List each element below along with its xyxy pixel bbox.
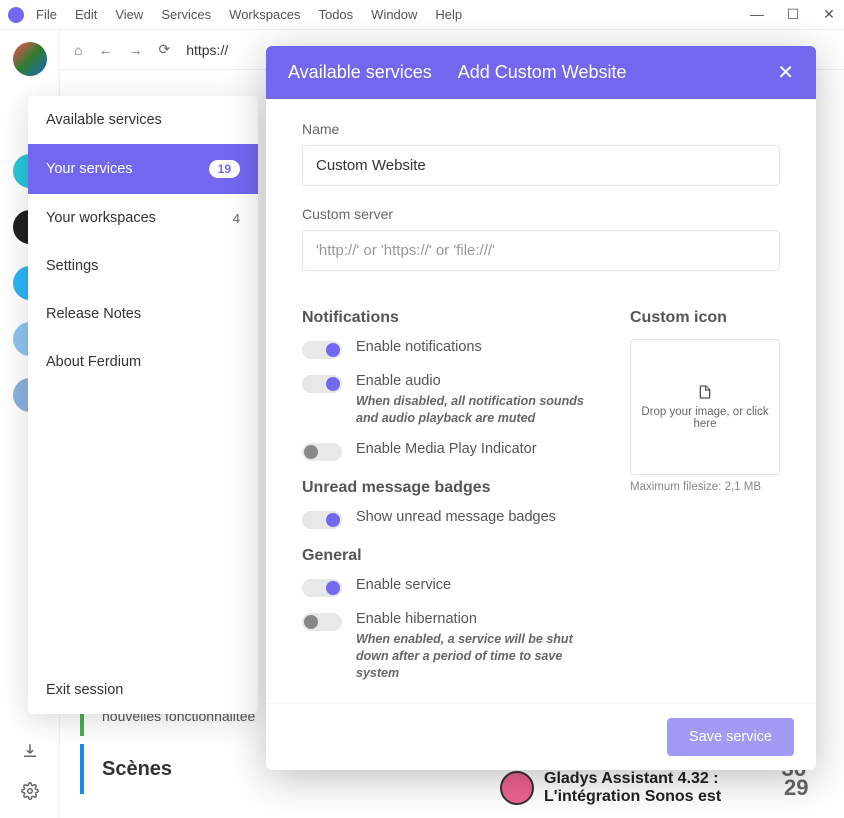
sidebar-item-about[interactable]: About Ferdium: [28, 338, 258, 386]
sidebar-label: Release Notes: [46, 306, 141, 322]
enable-service-label: Enable service: [356, 577, 451, 593]
home-icon[interactable]: ⌂: [74, 42, 82, 58]
maximize-icon[interactable]: ☐: [786, 6, 800, 23]
bg-right-title: Gladys Assistant 4.32 : L'intégration So…: [544, 770, 764, 806]
sidebar-label: Exit session: [46, 682, 123, 698]
menu-edit[interactable]: Edit: [75, 7, 97, 22]
save-service-button[interactable]: Save service: [667, 718, 794, 756]
enable-media-label: Enable Media Play Indicator: [356, 441, 537, 457]
forward-icon[interactable]: →: [128, 42, 142, 58]
service-icon-1[interactable]: [13, 42, 47, 76]
address-bar[interactable]: https://: [186, 42, 228, 58]
reload-icon[interactable]: ⟳: [158, 41, 170, 58]
menu-todos[interactable]: Todos: [318, 7, 353, 22]
sidebar-item-exit-session[interactable]: Exit session: [28, 666, 258, 714]
tab-available-services[interactable]: Available services: [288, 62, 432, 83]
modal-footer: Save service: [266, 703, 816, 770]
settings-gear-icon[interactable]: [21, 782, 39, 800]
tab-add-custom-website[interactable]: Add Custom Website: [458, 62, 627, 83]
enable-audio-desc: When disabled, all notification sounds a…: [356, 393, 602, 427]
sidebar-item-release-notes[interactable]: Release Notes: [28, 290, 258, 338]
toggle-enable-service[interactable]: [302, 579, 342, 597]
sidebar-label: Your workspaces: [46, 210, 156, 226]
toggle-enable-hibernation[interactable]: [302, 613, 342, 631]
menu-window[interactable]: Window: [371, 7, 417, 22]
enable-notifications-label: Enable notifications: [356, 339, 482, 355]
sidebar-label: Your services: [46, 161, 133, 177]
toggle-enable-audio[interactable]: [302, 375, 342, 393]
back-icon[interactable]: ←: [98, 42, 112, 58]
close-modal-icon[interactable]: ✕: [777, 60, 794, 85]
toggle-enable-media-indicator[interactable]: [302, 443, 342, 461]
name-input[interactable]: [302, 145, 780, 186]
services-count-badge: 19: [209, 160, 240, 178]
show-unread-label: Show unread message badges: [356, 509, 556, 525]
filesize-hint: Maximum filesize: 2,1 MB: [630, 481, 780, 493]
notifications-title: Notifications: [302, 309, 602, 327]
sidebar-item-available-services[interactable]: Available services: [28, 96, 258, 144]
bg-right-card: Gladys Assistant 4.32 : L'intégration So…: [500, 770, 808, 806]
unread-title: Unread message badges: [302, 479, 602, 497]
menubar: File Edit View Services Workspaces Todos…: [36, 7, 462, 22]
sidebar-label: Available services: [46, 112, 162, 128]
sidebar-item-settings[interactable]: Settings: [28, 242, 258, 290]
modal-header: Available services Add Custom Website ✕: [266, 46, 816, 99]
minimize-icon[interactable]: —: [750, 6, 764, 23]
modal-body: Name Custom server Notifications Enable …: [266, 99, 816, 703]
general-title: General: [302, 547, 602, 565]
server-label: Custom server: [302, 206, 780, 222]
sidebar-label: About Ferdium: [46, 354, 141, 370]
file-icon: [697, 384, 713, 400]
add-service-modal: Available services Add Custom Website ✕ …: [266, 46, 816, 770]
name-label: Name: [302, 121, 780, 137]
toggle-show-unread-badges[interactable]: [302, 511, 342, 529]
avatar-icon: [500, 771, 534, 805]
hibernation-desc: When enabled, a service will be shut dow…: [356, 631, 602, 682]
sidebar-item-your-services[interactable]: Your services 19: [28, 144, 258, 194]
custom-icon-title: Custom icon: [630, 309, 780, 327]
bg-right-count: 29: [784, 775, 808, 801]
toggle-enable-notifications[interactable]: [302, 341, 342, 359]
sidebar-label: Settings: [46, 258, 98, 274]
menu-file[interactable]: File: [36, 7, 57, 22]
custom-icon-dropzone[interactable]: Drop your image, or click here: [630, 339, 780, 475]
menu-view[interactable]: View: [115, 7, 143, 22]
window-controls: — ☐ ✕: [750, 6, 836, 23]
close-window-icon[interactable]: ✕: [822, 6, 836, 23]
app-logo-icon: [8, 7, 24, 23]
scenes-title: Scènes: [102, 758, 172, 781]
enable-audio-label: Enable audio: [356, 373, 602, 389]
menu-workspaces[interactable]: Workspaces: [229, 7, 300, 22]
dropzone-text: Drop your image, or click here: [639, 406, 771, 430]
download-icon[interactable]: [21, 742, 39, 760]
settings-sidebar: Available services Your services 19 Your…: [28, 96, 258, 714]
enable-hibernation-label: Enable hibernation: [356, 611, 602, 627]
titlebar: File Edit View Services Workspaces Todos…: [0, 0, 844, 30]
menu-help[interactable]: Help: [435, 7, 462, 22]
sidebar-item-your-workspaces[interactable]: Your workspaces 4: [28, 194, 258, 242]
menu-services[interactable]: Services: [161, 7, 211, 22]
custom-server-input[interactable]: [302, 230, 780, 271]
workspaces-count: 4: [233, 211, 240, 226]
